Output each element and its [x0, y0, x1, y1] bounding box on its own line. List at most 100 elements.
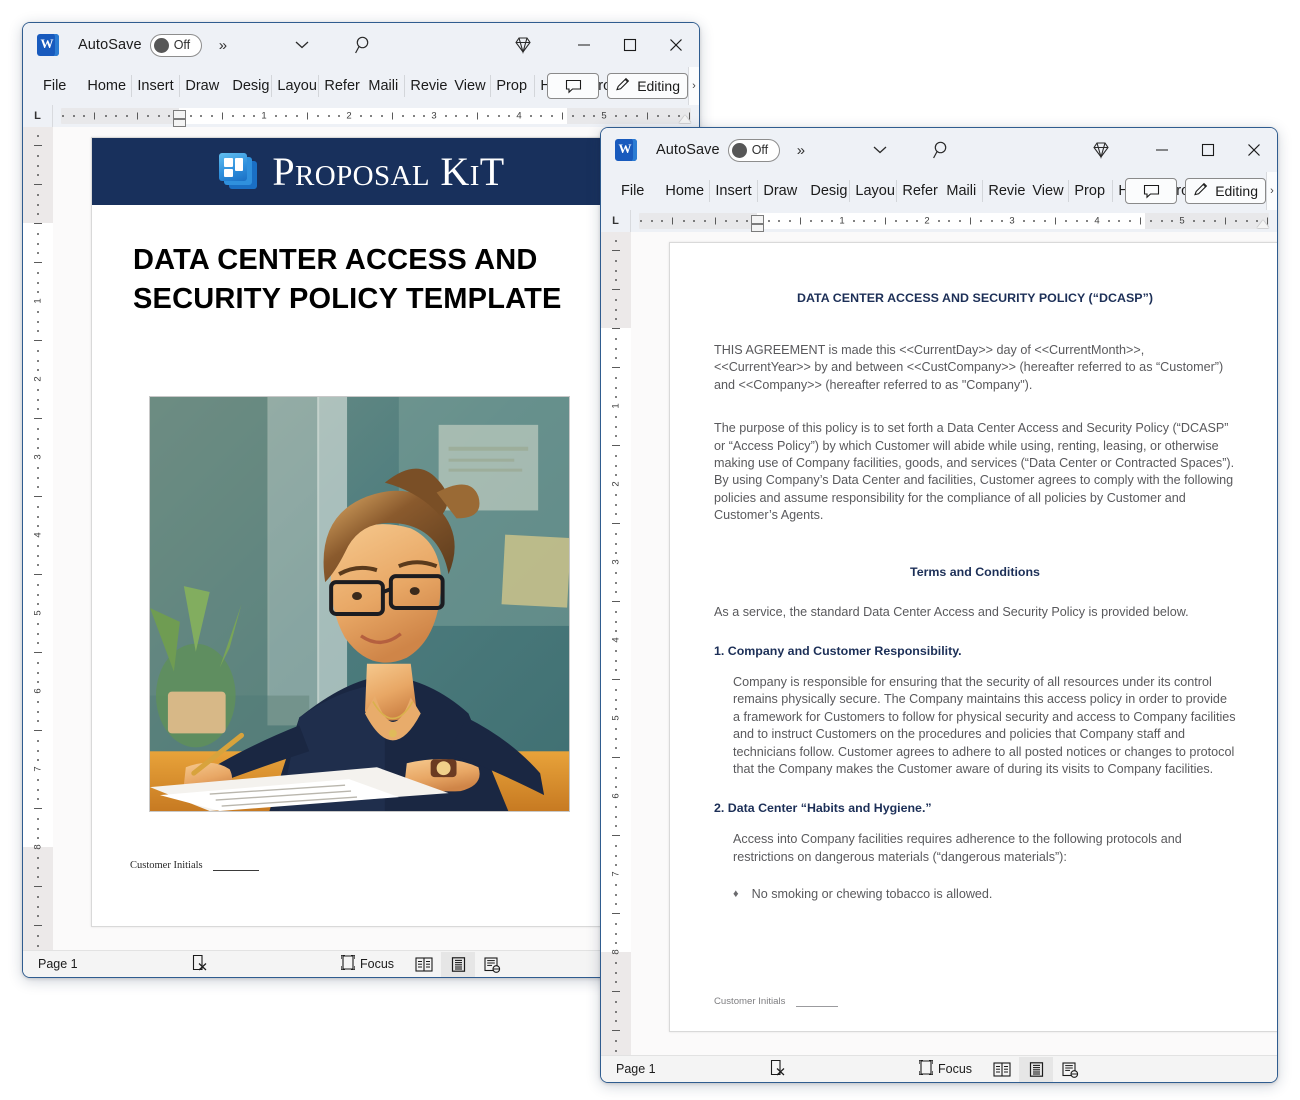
tab-view[interactable]: View — [1027, 180, 1070, 202]
web-layout-icon[interactable] — [475, 952, 509, 977]
print-layout-icon[interactable] — [1019, 1057, 1053, 1082]
page-indicator[interactable]: Page 1 — [616, 1062, 656, 1076]
ribbon-right-group-back[interactable]: Editing › — [547, 67, 699, 105]
close-button[interactable] — [1231, 128, 1277, 172]
read-mode-icon[interactable] — [985, 1057, 1019, 1082]
chevron-down-icon[interactable] — [873, 143, 887, 158]
maximize-button[interactable] — [1185, 128, 1231, 172]
diamond-icon[interactable] — [1090, 139, 1112, 161]
chevron-down-icon[interactable] — [295, 38, 309, 53]
tab-home[interactable]: Home — [82, 75, 133, 97]
tab-mailings[interactable]: Maili — [941, 180, 984, 202]
vertical-ruler-tick — [615, 708, 617, 711]
statusbar-back[interactable]: Page 1 Focus — [23, 950, 699, 977]
right-indent-marker[interactable] — [679, 115, 691, 123]
document-canvas-front[interactable]: DATA CENTER ACCESS AND SECURITY POLICY (… — [631, 232, 1277, 1055]
diamond-icon[interactable] — [512, 34, 534, 56]
tab-stop-selector[interactable]: L — [601, 210, 631, 232]
vertical-ruler-number: 3 — [32, 454, 44, 460]
focus-mode-button[interactable]: Focus — [918, 1059, 972, 1078]
tab-stop-selector[interactable]: L — [23, 105, 53, 127]
vertical-ruler-tick — [37, 603, 39, 606]
focus-mode-button[interactable]: Focus — [340, 954, 394, 973]
window-controls-back[interactable] — [561, 23, 699, 67]
print-layout-icon[interactable] — [441, 952, 475, 977]
tab-references[interactable]: Refer — [897, 180, 941, 202]
horizontal-ruler-front[interactable]: L 1 2 3 4 5 — [601, 210, 1277, 232]
proofing-error-icon[interactable] — [769, 1059, 786, 1079]
vertical-ruler-front[interactable]: 1 2 3 4 5 6 7 8 — [601, 232, 631, 1055]
more-commands-icon[interactable]: » — [219, 37, 227, 54]
hanging-indent-marker[interactable] — [751, 224, 764, 232]
vertical-ruler-tick — [612, 601, 620, 602]
tab-proposal[interactable]: Prop — [1069, 180, 1114, 202]
tab-draw[interactable]: Draw — [180, 75, 227, 97]
tab-home[interactable]: Home — [660, 180, 711, 202]
comment-button[interactable] — [1125, 178, 1178, 204]
tab-file[interactable]: File — [611, 180, 660, 202]
search-icon[interactable] — [931, 139, 953, 161]
vertical-ruler-tick — [615, 376, 617, 379]
ruler-tick — [714, 217, 716, 225]
tab-insert[interactable]: Insert — [132, 75, 181, 97]
page-indicator[interactable]: Page 1 — [38, 957, 78, 971]
document-page-front[interactable]: DATA CENTER ACCESS AND SECURITY POLICY (… — [669, 242, 1277, 1032]
ribbon-tabs-back[interactable]: File Home Insert Draw Desig Layou Refer … — [23, 67, 699, 105]
editing-mode-button[interactable]: Editing — [607, 73, 688, 99]
more-commands-icon[interactable]: » — [797, 142, 805, 159]
ribbon-tabs-front[interactable]: File Home Insert Draw Desig Layou Refer … — [601, 172, 1277, 210]
search-icon[interactable] — [353, 34, 375, 56]
ruler-tick — [168, 115, 171, 117]
tab-review[interactable]: Revie — [405, 75, 449, 97]
tab-view[interactable]: View — [449, 75, 492, 97]
window-controls-front[interactable] — [1139, 128, 1277, 172]
tab-file[interactable]: File — [33, 75, 82, 97]
ruler-track[interactable]: 1 2 3 4 5 — [639, 213, 1269, 232]
statusbar-front[interactable]: Page 1 Focus — [601, 1055, 1277, 1082]
first-line-indent-marker[interactable] — [751, 215, 764, 224]
tab-design[interactable]: Desig — [227, 75, 273, 97]
vertical-ruler-number: 6 — [32, 688, 44, 694]
minimize-button[interactable] — [1139, 128, 1185, 172]
read-mode-icon[interactable] — [407, 952, 441, 977]
right-indent-marker[interactable] — [1257, 220, 1269, 228]
hanging-indent-marker[interactable] — [173, 119, 186, 127]
view-mode-buttons-back[interactable] — [407, 951, 509, 977]
tab-design[interactable]: Desig — [805, 180, 851, 202]
editing-mode-button[interactable]: Editing — [1185, 178, 1266, 204]
web-layout-icon[interactable] — [1053, 1057, 1087, 1082]
ribbon-overflow-icon[interactable]: › — [688, 67, 699, 105]
comment-button[interactable] — [547, 73, 600, 99]
document-text-front[interactable]: DATA CENTER ACCESS AND SECURITY POLICY (… — [670, 243, 1277, 1031]
view-mode-buttons-front[interactable] — [985, 1056, 1087, 1082]
tab-proposal[interactable]: Prop — [491, 75, 536, 97]
first-line-indent-marker[interactable] — [173, 110, 186, 119]
close-button[interactable] — [653, 23, 699, 67]
vertical-ruler-tick — [37, 700, 39, 703]
tab-insert[interactable]: Insert — [710, 180, 759, 202]
autosave-toggle[interactable]: Off — [149, 33, 202, 57]
ribbon-right-group-front[interactable]: Editing › — [1125, 172, 1277, 210]
tab-layout[interactable]: Layou — [272, 75, 320, 97]
ribbon-overflow-icon[interactable]: › — [1266, 172, 1277, 210]
word-window-back[interactable]: W AutoSave Off » File Home Insert Draw D… — [22, 22, 700, 978]
titlebar-back[interactable]: W AutoSave Off » — [23, 23, 699, 67]
maximize-button[interactable] — [607, 23, 653, 67]
ruler-tick — [550, 115, 553, 117]
vertical-ruler-back[interactable]: 1 2 3 4 5 6 7 8 — [23, 127, 53, 950]
tab-layout[interactable]: Layou — [850, 180, 898, 202]
vertical-ruler-tick — [615, 1049, 617, 1052]
autosave-toggle[interactable]: Off — [727, 138, 780, 162]
vertical-ruler-tick — [37, 895, 39, 898]
word-window-front[interactable]: W AutoSave Off » File Home Insert Draw D… — [600, 127, 1278, 1083]
tab-review[interactable]: Revie — [983, 180, 1027, 202]
ruler-track[interactable]: 1 2 3 4 5 — [61, 108, 691, 127]
horizontal-ruler-back[interactable]: L 1 2 3 4 5 — [23, 105, 699, 127]
tab-mailings[interactable]: Maili — [363, 75, 406, 97]
minimize-button[interactable] — [561, 23, 607, 67]
tab-draw[interactable]: Draw — [758, 180, 805, 202]
document-page-back[interactable]: PROPOSAL KIT DATA CENTER ACCESS AND SECU… — [91, 137, 633, 927]
titlebar-front[interactable]: W AutoSave Off » — [601, 128, 1277, 172]
proofing-error-icon[interactable] — [191, 954, 208, 974]
tab-references[interactable]: Refer — [319, 75, 363, 97]
